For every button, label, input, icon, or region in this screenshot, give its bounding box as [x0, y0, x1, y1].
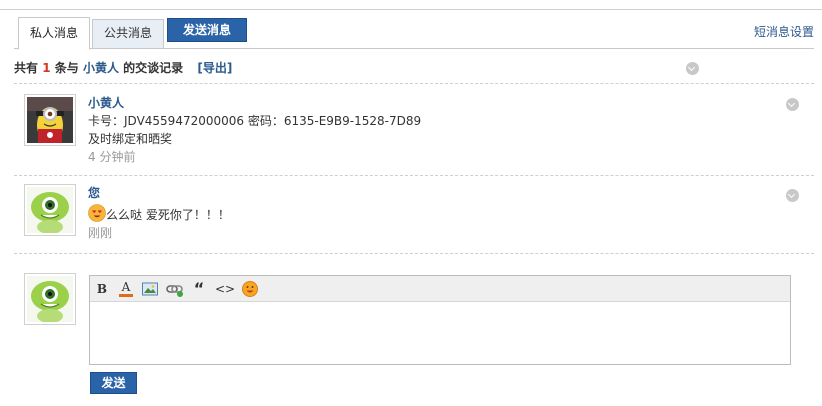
send-reply-button[interactable]: 发送: [90, 372, 137, 394]
tab-public-messages[interactable]: 公共消息: [92, 19, 164, 49]
message-time: 刚刚: [88, 226, 113, 240]
tab-private-messages[interactable]: 私人消息: [18, 17, 90, 50]
message-time: 4 分钟前: [88, 150, 136, 164]
message-settings-link[interactable]: 短消息设置: [754, 23, 814, 40]
sender-name-link[interactable]: 您: [88, 184, 778, 202]
message-content: 小黄人 卡号：JDV4559472000006 密码：6135-E9B9-152…: [88, 94, 778, 166]
conversation-partner-link[interactable]: 小黄人: [83, 61, 119, 75]
green-monster-avatar-icon: [24, 273, 76, 325]
editor-toolbar: B A “ <>: [90, 276, 790, 302]
reply-textarea[interactable]: [90, 303, 790, 364]
sender-name-link[interactable]: 小黄人: [88, 94, 778, 112]
reply-editor: B A “ <>: [89, 275, 791, 365]
message-text-line: 么么哒 爱死你了！！！: [88, 204, 778, 224]
link-icon[interactable]: [166, 280, 184, 298]
message-content: 您 么么哒 爱死你了！！！ 刚刚: [88, 184, 778, 242]
message-item: 小黄人 卡号：JDV4559472000006 密码：6135-E9B9-152…: [24, 94, 814, 166]
collapse-all-icon[interactable]: [686, 62, 699, 75]
message-menu-icon[interactable]: [786, 189, 799, 202]
heart-eyes-emoji-icon: [88, 204, 106, 222]
font-color-glyph: A: [121, 280, 131, 294]
top-divider: [0, 9, 822, 10]
bold-icon[interactable]: B: [93, 280, 111, 298]
message-menu-icon[interactable]: [786, 98, 799, 111]
summary-prefix: 共有: [14, 61, 39, 75]
font-color-swatch: [119, 294, 133, 297]
quote-icon[interactable]: “: [190, 280, 208, 298]
emoji-icon[interactable]: [241, 280, 259, 298]
divider: [14, 175, 814, 176]
message-text-line: 卡号：JDV4559472000006 密码：6135-E9B9-1528-7D…: [88, 114, 422, 128]
green-monster-avatar-icon[interactable]: [24, 184, 76, 236]
message-item: 您 么么哒 爱死你了！！！ 刚刚: [24, 184, 814, 244]
tab-bar: 私人消息 公共消息 发送消息 短消息设置: [14, 17, 814, 50]
message-count: 1: [42, 61, 51, 75]
summary-middle: 条与: [54, 61, 79, 75]
export-link[interactable]: [导出]: [197, 61, 232, 75]
minion-avatar-icon[interactable]: [24, 94, 76, 146]
image-icon[interactable]: [141, 280, 159, 298]
code-icon[interactable]: <>: [215, 280, 235, 298]
divider: [14, 83, 814, 84]
conversation-summary: 共有 1 条与 小黄人 的交谈记录 [导出]: [14, 59, 232, 76]
message-text-line: 及时绑定和晒奖: [88, 132, 173, 146]
font-color-icon[interactable]: A: [117, 280, 135, 298]
divider: [14, 253, 814, 254]
summary-suffix: 的交谈记录: [123, 61, 184, 75]
send-message-button[interactable]: 发送消息: [167, 18, 247, 42]
message-text: 么么哒 爱死你了！！！: [106, 208, 230, 222]
